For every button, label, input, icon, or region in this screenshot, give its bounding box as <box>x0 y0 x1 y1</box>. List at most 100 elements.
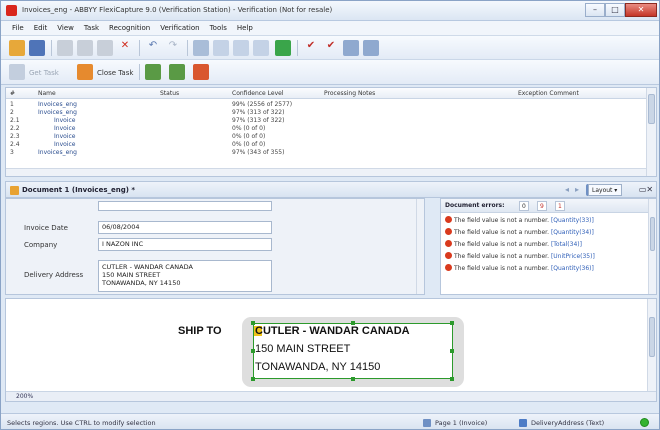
cut-icon[interactable] <box>57 40 73 56</box>
row-confidence: 97% (343 of 355) <box>232 149 285 156</box>
scrollbar-thumb[interactable] <box>650 217 655 251</box>
close-task-button[interactable]: Close Task <box>97 69 133 77</box>
resize-handle[interactable] <box>450 377 454 381</box>
panel-close-icon[interactable]: ▭✕ <box>638 184 654 196</box>
errors-pane: Document errors: 0 9 1 The field value i… <box>440 198 657 295</box>
column-header-name[interactable]: Name <box>38 90 56 97</box>
resize-handle[interactable] <box>450 321 454 325</box>
document-icon <box>10 186 19 195</box>
error-item[interactable]: The field value is not a number. [UnitPr… <box>445 252 645 262</box>
error-field-link[interactable]: [Quantity(33)] <box>551 217 594 224</box>
scrollbar-thumb[interactable] <box>648 94 655 124</box>
table-row[interactable]: 2.4 Invoice 0% (0 of 0) <box>6 141 646 149</box>
error-field-link[interactable]: [Quantity(34)] <box>551 229 594 236</box>
document-settings-icon[interactable] <box>193 64 209 80</box>
column-header-status[interactable]: Status <box>160 90 179 97</box>
check-all-icon[interactable]: ✔ <box>323 40 339 56</box>
row-number: 1 <box>10 101 14 108</box>
menu-verification[interactable]: Verification <box>155 21 204 35</box>
document-title: Document 1 (Invoices_eng) * <box>22 186 136 194</box>
resize-handle[interactable] <box>351 377 355 381</box>
zoom-level[interactable]: 200% <box>16 393 33 400</box>
column-header-confidence[interactable]: Confidence Level <box>232 90 283 97</box>
menu-view[interactable]: View <box>52 21 79 35</box>
table-row[interactable]: 2.3 Invoice 0% (0 of 0) <box>6 133 646 141</box>
errors-scrollbar[interactable] <box>648 199 656 294</box>
field-icon <box>519 419 527 427</box>
warning-count-badge[interactable]: 0 <box>519 201 529 211</box>
form-scrollbar[interactable] <box>416 199 424 294</box>
image-tools-icon[interactable] <box>145 64 161 80</box>
verify-icon[interactable] <box>343 40 359 56</box>
delivery-address-field[interactable]: CUTLER - WANDAR CANADA 150 MAIN STREET T… <box>98 260 272 292</box>
export-icon[interactable] <box>363 40 379 56</box>
copy-icon[interactable] <box>77 40 93 56</box>
maximize-button[interactable]: □ <box>605 3 625 17</box>
table-row[interactable]: 2 Invoices_eng 97% (313 of 322) <box>6 109 646 117</box>
row-number: 2.4 <box>10 141 20 148</box>
save-icon[interactable] <box>29 40 45 56</box>
menu-help[interactable]: Help <box>232 21 258 35</box>
error-message: The field value is not a number. <box>454 241 550 248</box>
menu-edit[interactable]: Edit <box>29 21 53 35</box>
error-item[interactable]: The field value is not a number. [Quanti… <box>445 228 645 238</box>
menu-file[interactable]: File <box>7 21 29 35</box>
column-header-exception[interactable]: Exception Comment <box>518 90 579 97</box>
layout-dropdown[interactable]: Layout ▾ <box>588 184 622 196</box>
grid-view-icon[interactable] <box>193 40 209 56</box>
page-view-icon[interactable] <box>253 40 269 56</box>
image-vertical-scrollbar[interactable] <box>647 299 656 401</box>
error-count-badge[interactable]: 9 <box>537 201 547 211</box>
resize-handle[interactable] <box>251 321 255 325</box>
error-item[interactable]: The field value is not a number. [Quanti… <box>445 264 645 274</box>
recognize-icon[interactable] <box>275 40 291 56</box>
get-task-icon[interactable] <box>9 64 25 80</box>
resize-handle[interactable] <box>450 349 454 353</box>
grid-horizontal-scrollbar[interactable] <box>6 168 646 176</box>
table-row[interactable]: 2.2 Invoice 0% (0 of 0) <box>6 125 646 133</box>
resize-handle[interactable] <box>251 377 255 381</box>
list-view-icon[interactable] <box>213 40 229 56</box>
grid-vertical-scrollbar[interactable] <box>646 88 656 176</box>
image-address-line: TONAWANDA, NY 14150 <box>255 361 381 373</box>
invoice-date-field[interactable]: 06/08/2004 <box>98 221 272 234</box>
next-icon[interactable]: ▸ <box>572 184 582 196</box>
scan-icon[interactable] <box>169 64 185 80</box>
column-header-notes[interactable]: Processing Notes <box>324 90 375 97</box>
table-row[interactable]: 1 Invoices_eng 99% (2556 of 2577) <box>6 101 646 109</box>
image-horizontal-scrollbar[interactable]: 200% <box>6 391 656 401</box>
field-above[interactable] <box>98 201 272 211</box>
table-row[interactable]: 2.1 Invoice 97% (313 of 322) <box>6 117 646 125</box>
error-message: The field value is not a number. <box>454 253 550 260</box>
paste-icon[interactable] <box>97 40 113 56</box>
document-view-icon[interactable] <box>233 40 249 56</box>
redo-icon[interactable]: ↷ <box>165 40 181 56</box>
close-task-icon[interactable] <box>77 64 93 80</box>
check-icon[interactable]: ✔ <box>303 40 319 56</box>
previous-icon[interactable]: ◂ <box>562 184 572 196</box>
column-header-number[interactable]: # <box>10 90 15 97</box>
minimize-button[interactable]: – <box>585 3 605 17</box>
close-button[interactable]: ✕ <box>625 3 657 17</box>
menu-recognition[interactable]: Recognition <box>104 21 155 35</box>
get-task-button[interactable]: Get Task <box>29 69 59 77</box>
error-item[interactable]: The field value is not a number. [Quanti… <box>445 216 645 226</box>
flag-count-badge[interactable]: 1 <box>555 201 565 211</box>
resize-handle[interactable] <box>251 349 255 353</box>
delete-icon[interactable]: ✕ <box>117 40 133 56</box>
error-icon <box>445 216 452 223</box>
errors-title: Document errors: <box>445 202 505 209</box>
resize-handle[interactable] <box>351 321 355 325</box>
scrollbar-thumb[interactable] <box>649 317 655 357</box>
menu-tools[interactable]: Tools <box>205 21 232 35</box>
error-field-link[interactable]: [Total(34)] <box>551 241 582 248</box>
open-folder-icon[interactable] <box>9 40 25 56</box>
company-field[interactable]: I NAZON INC <box>98 238 272 251</box>
menu-task[interactable]: Task <box>79 21 104 35</box>
undo-icon[interactable]: ↶ <box>145 40 161 56</box>
error-field-link[interactable]: [UnitPrice(35)] <box>551 253 595 260</box>
error-field-link[interactable]: [Quantity(36)] <box>551 265 594 272</box>
error-item[interactable]: The field value is not a number. [Total(… <box>445 240 645 250</box>
table-row[interactable]: 3 Invoices_eng 97% (343 of 355) <box>6 149 646 157</box>
row-name: Invoices_eng <box>38 101 77 108</box>
